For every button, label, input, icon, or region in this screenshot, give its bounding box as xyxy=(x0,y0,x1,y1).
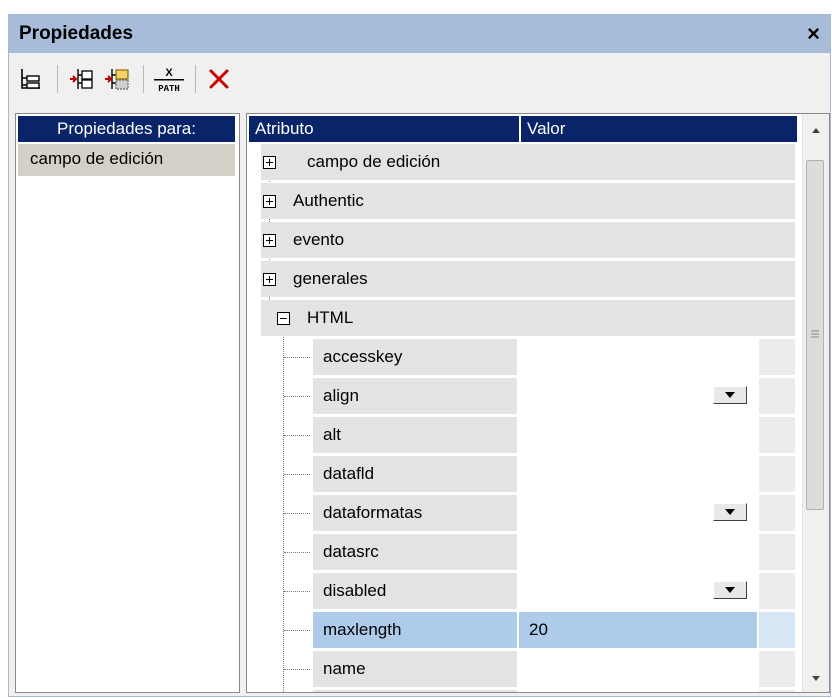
attribute-row-disabled[interactable]: disabled xyxy=(247,572,797,610)
collapse-icon[interactable] xyxy=(277,312,290,325)
group-row-html[interactable]: HTML xyxy=(247,299,797,337)
dropdown-button[interactable] xyxy=(713,581,747,599)
vertical-scrollbar[interactable] xyxy=(802,114,829,692)
add-child-icon[interactable] xyxy=(101,63,133,95)
toolbar-separator xyxy=(143,65,144,93)
group-row-evento[interactable]: evento xyxy=(247,221,797,259)
group-label: evento xyxy=(293,230,345,249)
toolbar: X PATH xyxy=(9,53,830,113)
scroll-up-arrow-icon[interactable] xyxy=(812,128,820,133)
attribute-row-datasrc[interactable]: datasrc xyxy=(247,533,797,571)
attribute-name: disabled xyxy=(313,573,517,609)
attribute-name: datasrc xyxy=(313,534,517,570)
attribute-name: onblur xyxy=(313,690,517,692)
attribute-row-name[interactable]: name xyxy=(247,650,797,688)
attribute-value[interactable] xyxy=(519,651,757,687)
expand-icon[interactable] xyxy=(263,273,276,286)
attribute-name: accesskey xyxy=(313,339,517,375)
attribute-grid: Atributo Valor campo de edición Authenti… xyxy=(246,113,830,693)
dropdown-button[interactable] xyxy=(713,503,747,521)
group-label: HTML xyxy=(307,308,354,327)
column-header-value[interactable]: Valor xyxy=(521,116,797,142)
attribute-row-align[interactable]: align xyxy=(247,377,797,415)
attribute-value[interactable] xyxy=(519,339,757,375)
group-label: generales xyxy=(293,269,368,288)
attribute-row-datafld[interactable]: datafld xyxy=(247,455,797,493)
dropdown-button[interactable] xyxy=(713,386,747,404)
attribute-name: align xyxy=(313,378,517,414)
attribute-row-accesskey[interactable]: accesskey xyxy=(247,338,797,376)
grip-icon xyxy=(811,330,819,338)
panel-title: Propiedades xyxy=(19,23,134,44)
attribute-value[interactable] xyxy=(519,456,757,492)
attribute-value[interactable]: 20 xyxy=(519,612,757,648)
attribute-name: name xyxy=(313,651,517,687)
expand-icon[interactable] xyxy=(263,195,276,208)
attribute-name: alt xyxy=(313,417,517,453)
attribute-name: dataformatas xyxy=(313,495,517,531)
toolbar-separator xyxy=(57,65,58,93)
add-attribute-icon[interactable] xyxy=(65,63,97,95)
xpath-icon-label-top: X xyxy=(165,67,173,79)
scroll-down-arrow-icon[interactable] xyxy=(812,676,820,681)
attribute-value[interactable] xyxy=(519,417,757,453)
delete-icon[interactable] xyxy=(203,63,235,95)
xpath-icon-label-bottom: PATH xyxy=(158,84,180,94)
column-header-attribute[interactable]: Atributo xyxy=(249,116,519,142)
xpath-icon[interactable]: X PATH xyxy=(151,63,187,95)
properties-for-header: Propiedades para: xyxy=(18,116,235,142)
group-label: campo de edición xyxy=(307,152,441,171)
expand-icon[interactable] xyxy=(263,234,276,247)
tree-view-icon[interactable] xyxy=(15,63,47,95)
expand-icon[interactable] xyxy=(263,156,276,169)
toolbar-separator xyxy=(195,65,196,93)
attribute-value[interactable] xyxy=(519,690,757,692)
group-row-authentic[interactable]: Authentic xyxy=(247,182,797,220)
properties-window: Propiedades × X PATH Propiedades para: c… xyxy=(8,14,831,697)
attribute-row-dataformatas[interactable]: dataformatas xyxy=(247,494,797,532)
properties-for-panel: Propiedades para: campo de edición xyxy=(15,113,240,693)
scroll-thumb[interactable] xyxy=(806,160,824,510)
attribute-name: maxlength xyxy=(313,612,517,648)
title-bar: Propiedades × xyxy=(9,15,830,53)
group-row-campo-de-edicion[interactable]: campo de edición xyxy=(247,143,797,181)
component-item[interactable]: campo de edición xyxy=(18,144,235,176)
group-row-generales[interactable]: generales xyxy=(247,260,797,298)
attribute-row-maxlength[interactable]: maxlength 20 xyxy=(247,611,797,649)
attribute-value[interactable] xyxy=(519,534,757,570)
attribute-row-alt[interactable]: alt xyxy=(247,416,797,454)
group-label: Authentic xyxy=(293,191,364,210)
attribute-row-onblur[interactable]: onblur xyxy=(247,689,797,692)
attribute-name: datafld xyxy=(313,456,517,492)
close-button[interactable]: × xyxy=(807,21,820,47)
